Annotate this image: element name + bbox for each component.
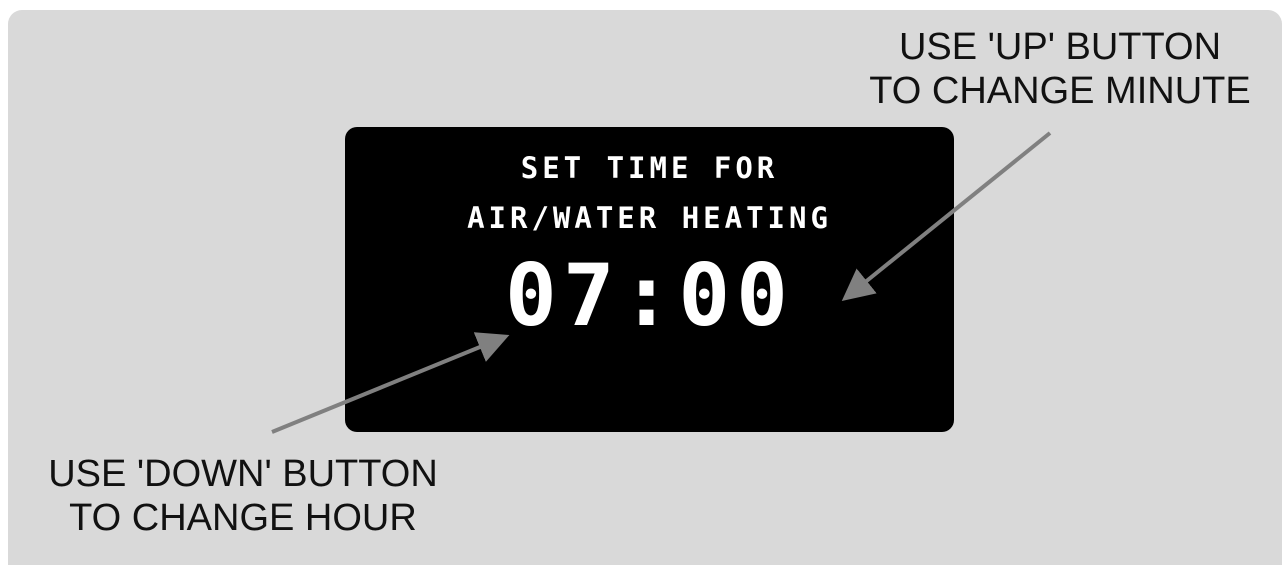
callout-arrows — [271, 131, 1052, 434]
down-arrow — [271, 332, 510, 434]
up-arrow — [841, 131, 1052, 302]
